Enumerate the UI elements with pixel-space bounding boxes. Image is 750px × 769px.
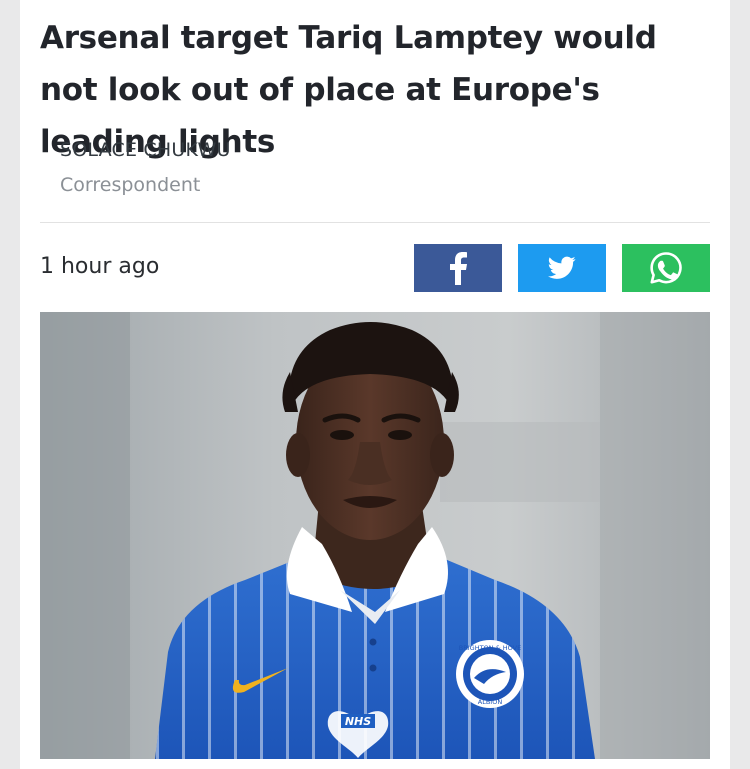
player-photo-illustration: BRIGHTON & HOVE ALBION NHS xyxy=(40,312,710,759)
twitter-icon xyxy=(548,256,576,279)
publish-time: 1 hour ago xyxy=(40,254,160,279)
whatsapp-share-button[interactable] xyxy=(622,244,710,292)
whatsapp-icon xyxy=(650,252,682,284)
facebook-share-button[interactable] xyxy=(414,244,502,292)
twitter-share-button[interactable] xyxy=(518,244,606,292)
facebook-icon xyxy=(450,252,467,285)
author-role: Correspondent xyxy=(60,174,201,196)
crest-bottom-text: ALBION xyxy=(478,698,503,706)
divider xyxy=(40,222,710,223)
article-card: Arsenal target Tariq Lamptey would not l… xyxy=(20,0,730,769)
article-photo: BRIGHTON & HOVE ALBION NHS xyxy=(40,312,710,759)
author-name[interactable]: SOLACE CHUKWU xyxy=(60,139,231,161)
nhs-badge-text: NHS xyxy=(345,715,371,728)
crest-top-text: BRIGHTON & HOVE xyxy=(459,644,521,652)
